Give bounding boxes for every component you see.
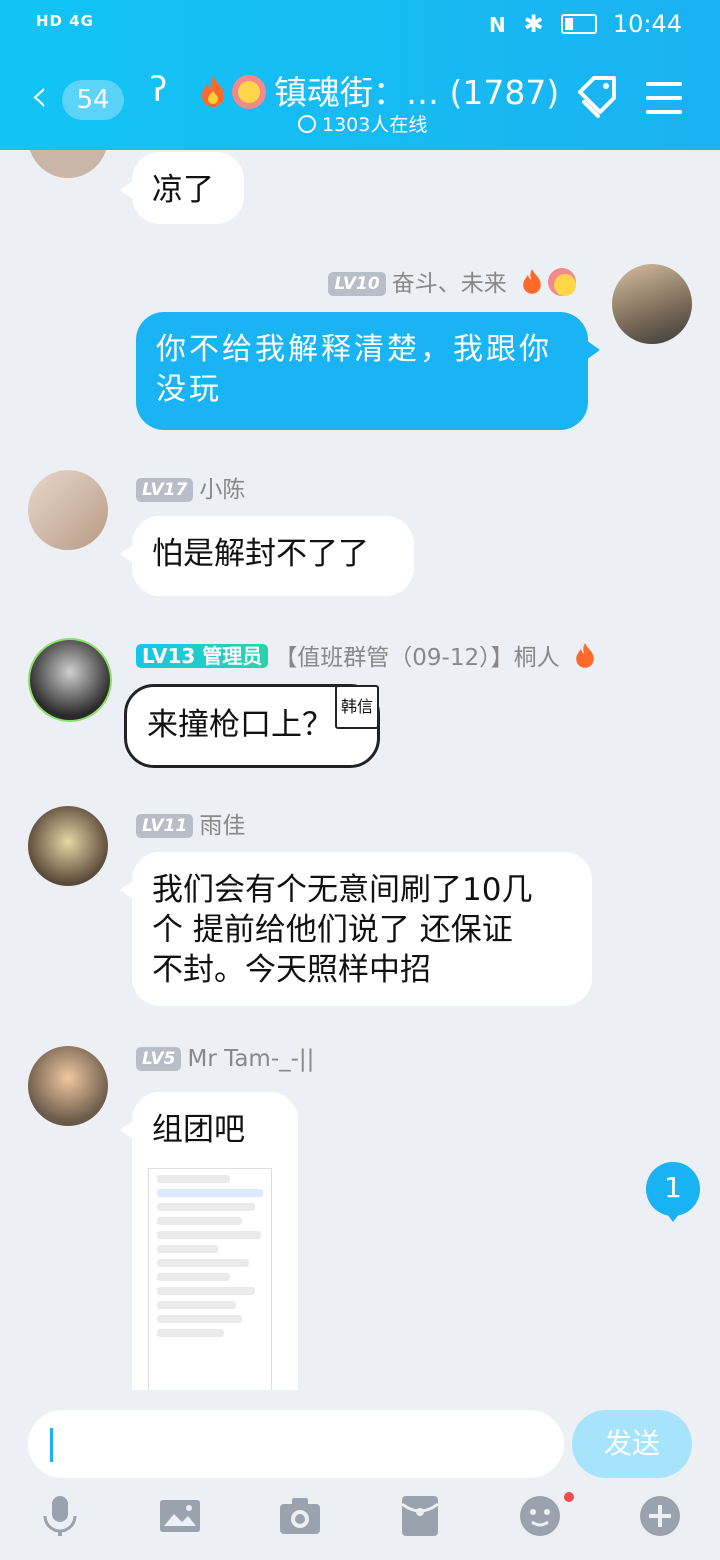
group-tag-icon[interactable] — [574, 74, 620, 120]
emoji-face-icon — [232, 75, 266, 109]
level-badge: LV10 — [328, 272, 386, 296]
image-icon[interactable] — [158, 1494, 202, 1538]
bubble-tag: 韩信 — [334, 685, 379, 729]
fire-icon — [202, 76, 224, 107]
sender-name: 奋斗、未来 — [391, 271, 507, 297]
text-caret — [50, 1428, 53, 1462]
bluetooth-icon: ✱ — [523, 10, 544, 38]
online-count: 1303人在线 — [298, 110, 427, 137]
plus-icon[interactable] — [638, 1494, 682, 1538]
avatar[interactable] — [28, 150, 108, 178]
message-text-line: 我们会有个无意间刷了10几 — [152, 872, 533, 908]
mic-icon[interactable] — [38, 1494, 82, 1538]
message-text-line: 没玩 — [156, 372, 222, 407]
message-text: 怕是解封不了了 — [152, 536, 369, 572]
chat-header: HD 4G N ✱ 10:44 ‹ 54 ʔ 镇魂街：… (1787) 1303… — [0, 0, 720, 150]
message-list[interactable]: 凉了 LV10 奋斗、未来 你不给我解释清楚，我跟你 没玩 LV17 小陈 怕是解封… — [0, 150, 720, 1390]
message-text-line: 你不给我解释清楚，我跟你 — [156, 332, 552, 367]
send-button[interactable]: 发送 — [572, 1410, 692, 1478]
emoji-face-icon — [548, 268, 576, 296]
level-badge: LV5 — [136, 1047, 182, 1071]
message-text: 凉了 — [152, 172, 214, 208]
nav-bar: ‹ 54 ʔ 镇魂街：… (1787) 1303人在线 — [0, 60, 720, 140]
group-title-text: 镇魂街：… (1787) — [274, 73, 560, 112]
message-text-line: 不封。今天照样中招 — [152, 952, 431, 988]
unread-count-badge[interactable]: 54 — [62, 80, 124, 120]
battery-icon — [561, 14, 598, 34]
sender-meta: LV5 Mr Tam-_-|| — [136, 1046, 314, 1072]
online-icon — [298, 115, 316, 133]
sender-name: 【值班群管（09-12）】桐人 — [274, 645, 560, 671]
message-bubble[interactable]: 我们会有个无意间刷了10几 个 提前给他们说了 还保证 不封。今天照样中招 — [120, 852, 592, 1006]
camera-icon[interactable] — [278, 1494, 322, 1538]
signal-indicators: HD 4G — [36, 12, 94, 30]
status-right: N ✱ 10:44 — [489, 10, 682, 38]
fire-icon — [576, 643, 594, 668]
message-bubble[interactable]: 凉了 — [120, 152, 244, 224]
red-packet-icon[interactable] — [398, 1494, 442, 1538]
online-text: 1303人在线 — [322, 114, 428, 136]
composer-area: 发送 — [0, 1390, 720, 1560]
avatar[interactable] — [28, 638, 112, 722]
message-bubble[interactable]: 怕是解封不了了 — [120, 516, 414, 596]
message-bubble[interactable]: 你不给我解释清楚，我跟你 没玩 — [136, 312, 600, 430]
sender-meta: LV17 小陈 — [136, 470, 245, 504]
avatar[interactable] — [28, 806, 108, 886]
level-badge: LV17 — [136, 478, 194, 502]
level-badge: LV11 — [136, 814, 194, 838]
sender-name: 雨佳 — [199, 813, 246, 839]
sender-name: 小陈 — [199, 477, 246, 503]
sender-meta: LV10 奋斗、未来 — [328, 264, 584, 298]
emoji-icon[interactable] — [518, 1494, 562, 1538]
menu-icon[interactable] — [646, 82, 682, 114]
clock: 10:44 — [612, 10, 682, 38]
admin-badge: LV13 管理员 — [136, 644, 269, 668]
attached-screenshot-image[interactable] — [148, 1168, 272, 1390]
ear-icon[interactable]: ʔ — [150, 70, 167, 110]
sender-meta: LV13 管理员 【值班群管（09-12）】桐人 — [136, 638, 601, 672]
group-title[interactable]: 镇魂街：… (1787) — [198, 66, 559, 114]
back-arrow-icon[interactable]: ‹ — [30, 72, 48, 118]
message-bubble[interactable]: 来撞枪口上？ 韩信 — [124, 684, 380, 768]
message-text: 来撞枪口上？ — [147, 707, 333, 743]
avatar[interactable] — [28, 1046, 108, 1126]
message-text: 组团吧 — [152, 1112, 245, 1148]
sender-meta: LV11 雨佳 — [136, 806, 245, 840]
new-message-badge[interactable]: 1 — [646, 1162, 700, 1222]
avatar[interactable] — [612, 264, 692, 344]
sender-name: Mr Tam-_-|| — [187, 1046, 315, 1072]
fire-icon — [523, 269, 541, 294]
message-text-line: 个 提前给他们说了 还保证 — [152, 912, 513, 948]
status-bar: HD 4G N ✱ 10:44 — [0, 0, 720, 50]
nfc-icon: N — [489, 13, 506, 37]
notification-dot — [564, 1492, 574, 1502]
message-input[interactable] — [28, 1410, 564, 1478]
avatar[interactable] — [28, 470, 108, 550]
